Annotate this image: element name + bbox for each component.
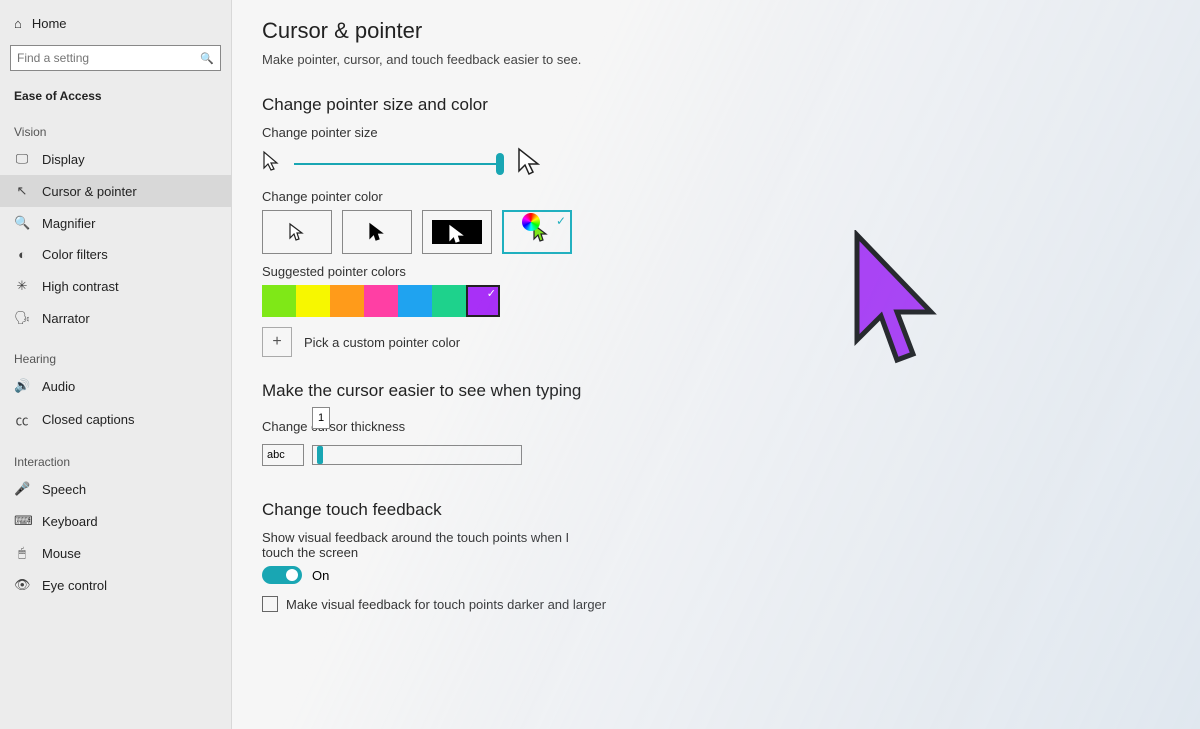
toggle-state-label: On — [312, 568, 329, 583]
nav-item-mouse[interactable]: 🖱 Mouse — [0, 537, 231, 569]
color-swatch[interactable] — [432, 285, 466, 317]
pointer-size-slider[interactable] — [294, 154, 504, 174]
nav-item-eye-control[interactable]: 👁 Eye control — [0, 569, 231, 601]
nav-item-label: Magnifier — [42, 216, 95, 231]
section-pointer-heading: Change pointer size and color — [262, 95, 1170, 115]
nav-icon: 🗣 — [14, 310, 30, 326]
nav-item-narrator[interactable]: 🗣 Narrator — [0, 302, 231, 334]
home-label: Home — [32, 16, 67, 31]
touch-darker-checkbox[interactable] — [262, 596, 278, 612]
nav-item-label: Cursor & pointer — [42, 184, 137, 199]
nav-icon: ⌨ — [14, 513, 30, 529]
nav-item-label: Display — [42, 152, 85, 167]
color-swatch[interactable] — [262, 285, 296, 317]
giant-cursor-preview — [847, 230, 937, 375]
nav-group-label: Vision — [0, 107, 231, 143]
pick-custom-color-button[interactable]: + — [262, 327, 292, 357]
pointer-color-option-white[interactable] — [262, 210, 332, 254]
suggested-colors-label: Suggested pointer colors — [262, 264, 1170, 279]
home-icon: ⌂ — [14, 16, 22, 31]
pointer-size-label: Change pointer size — [262, 125, 1170, 140]
section-cursor-heading: Make the cursor easier to see when typin… — [262, 381, 1170, 401]
nav-icon: 🖱 — [14, 545, 30, 561]
nav-item-label: Closed captions — [42, 412, 135, 427]
nav-icon: ↖ — [14, 183, 30, 199]
cursor-thickness-label: Change cursor thickness — [262, 419, 405, 434]
color-swatch[interactable] — [466, 285, 500, 317]
touch-show-label: Show visual feedback around the touch po… — [262, 530, 602, 560]
color-swatch[interactable] — [364, 285, 398, 317]
cursor-thickness-slider[interactable] — [312, 445, 522, 465]
home-button[interactable]: ⌂ Home — [0, 10, 231, 37]
pointer-color-option-custom[interactable]: ✓ — [502, 210, 572, 254]
nav-icon: 🔍 — [14, 215, 30, 231]
nav-group-label: Hearing — [0, 334, 231, 370]
nav-icon: ㏄ — [14, 410, 30, 429]
nav-item-keyboard[interactable]: ⌨ Keyboard — [0, 505, 231, 537]
nav-item-speech[interactable]: 🎤 Speech — [0, 473, 231, 505]
pointer-color-option-inverted[interactable] — [422, 210, 492, 254]
nav-icon: 🎤 — [14, 481, 30, 497]
nav-icon: ◐ — [14, 247, 30, 262]
small-cursor-icon — [262, 150, 282, 177]
color-swatch[interactable] — [296, 285, 330, 317]
section-title: Ease of Access — [0, 79, 231, 107]
touch-darker-label: Make visual feedback for touch points da… — [286, 597, 606, 612]
search-box[interactable]: 🔍 — [10, 45, 221, 71]
nav-item-display[interactable]: 🖵 Display — [0, 143, 231, 175]
nav-item-label: Keyboard — [42, 514, 98, 529]
nav-item-magnifier[interactable]: 🔍 Magnifier — [0, 207, 231, 239]
nav-item-label: High contrast — [42, 279, 119, 294]
nav-icon: ✳ — [14, 278, 30, 294]
search-input[interactable] — [17, 51, 200, 65]
pick-custom-color-label: Pick a custom pointer color — [304, 335, 460, 350]
nav-icon: 🖵 — [14, 151, 30, 167]
touch-feedback-toggle[interactable] — [262, 566, 302, 584]
pointer-color-label: Change pointer color — [262, 189, 1170, 204]
nav-item-label: Narrator — [42, 311, 90, 326]
thickness-value-tooltip: 1 — [312, 407, 330, 429]
big-cursor-icon — [516, 146, 544, 181]
nav-item-cursor-pointer[interactable]: ↖ Cursor & pointer — [0, 175, 231, 207]
nav-item-audio[interactable]: 🔊 Audio — [0, 370, 231, 402]
color-swatch[interactable] — [398, 285, 432, 317]
search-icon: 🔍 — [200, 52, 214, 65]
nav-item-closed-captions[interactable]: ㏄ Closed captions — [0, 402, 231, 437]
color-swatch[interactable] — [330, 285, 364, 317]
nav-item-label: Color filters — [42, 247, 108, 262]
nav-item-color-filters[interactable]: ◐ Color filters — [0, 239, 231, 270]
page-subtitle: Make pointer, cursor, and touch feedback… — [262, 52, 1170, 67]
nav-item-label: Mouse — [42, 546, 81, 561]
settings-sidebar: ⌂ Home 🔍 Ease of Access Vision 🖵 Display ↖ C… — [0, 0, 232, 729]
nav-icon: 🔊 — [14, 378, 30, 394]
pointer-color-option-black[interactable] — [342, 210, 412, 254]
nav-item-label: Eye control — [42, 578, 107, 593]
settings-content: Cursor & pointer Make pointer, cursor, a… — [232, 0, 1200, 729]
page-title: Cursor & pointer — [262, 18, 1170, 44]
nav-icon: 👁 — [14, 577, 30, 593]
cursor-preview-box: abc — [262, 444, 304, 466]
nav-item-label: Speech — [42, 482, 86, 497]
nav-item-label: Audio — [42, 379, 75, 394]
nav-group-label: Interaction — [0, 437, 231, 473]
nav-item-high-contrast[interactable]: ✳ High contrast — [0, 270, 231, 302]
section-touch-heading: Change touch feedback — [262, 500, 1170, 520]
